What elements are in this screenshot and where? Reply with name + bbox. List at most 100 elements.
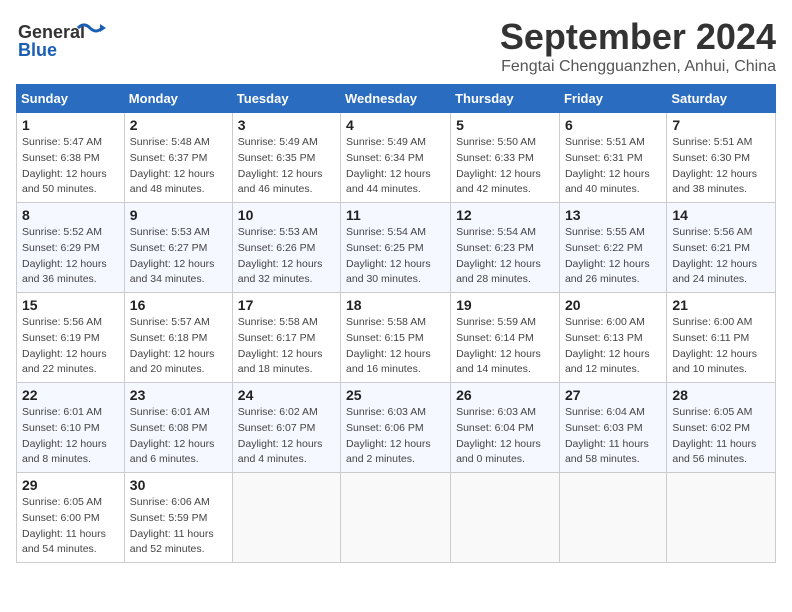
day-detail: Sunrise: 6:01 AMSunset: 6:10 PMDaylight:…: [22, 405, 119, 468]
day-detail: Sunrise: 5:54 AMSunset: 6:25 PMDaylight:…: [346, 225, 445, 288]
day-number: 23: [130, 387, 227, 403]
day-cell: 14 Sunrise: 5:56 AMSunset: 6:21 PMDaylig…: [667, 203, 776, 293]
day-number: 16: [130, 297, 227, 313]
day-detail: Sunrise: 5:58 AMSunset: 6:17 PMDaylight:…: [238, 315, 335, 378]
day-number: 7: [672, 117, 770, 133]
day-detail: Sunrise: 5:49 AMSunset: 6:35 PMDaylight:…: [238, 135, 335, 198]
day-cell: 5 Sunrise: 5:50 AMSunset: 6:33 PMDayligh…: [451, 113, 560, 203]
weekday-header-monday: Monday: [124, 85, 232, 113]
day-cell: 16 Sunrise: 5:57 AMSunset: 6:18 PMDaylig…: [124, 293, 232, 383]
day-cell: 15 Sunrise: 5:56 AMSunset: 6:19 PMDaylig…: [17, 293, 125, 383]
day-cell: 18 Sunrise: 5:58 AMSunset: 6:15 PMDaylig…: [341, 293, 451, 383]
day-detail: Sunrise: 5:58 AMSunset: 6:15 PMDaylight:…: [346, 315, 445, 378]
day-detail: Sunrise: 6:05 AMSunset: 6:02 PMDaylight:…: [672, 405, 770, 468]
day-number: 26: [456, 387, 554, 403]
day-number: 11: [346, 207, 445, 223]
day-detail: Sunrise: 5:53 AMSunset: 6:27 PMDaylight:…: [130, 225, 227, 288]
weekday-header-friday: Friday: [559, 85, 666, 113]
svg-text:General: General: [18, 22, 85, 42]
day-detail: Sunrise: 5:50 AMSunset: 6:33 PMDaylight:…: [456, 135, 554, 198]
day-cell: 3 Sunrise: 5:49 AMSunset: 6:35 PMDayligh…: [232, 113, 340, 203]
day-number: 18: [346, 297, 445, 313]
month-title: September 2024: [500, 16, 776, 58]
day-cell: 28 Sunrise: 6:05 AMSunset: 6:02 PMDaylig…: [667, 383, 776, 473]
day-number: 12: [456, 207, 554, 223]
day-cell: 24 Sunrise: 6:02 AMSunset: 6:07 PMDaylig…: [232, 383, 340, 473]
day-number: 15: [22, 297, 119, 313]
day-cell: 10 Sunrise: 5:53 AMSunset: 6:26 PMDaylig…: [232, 203, 340, 293]
day-detail: Sunrise: 5:47 AMSunset: 6:38 PMDaylight:…: [22, 135, 119, 198]
title-area: September 2024 Fengtai Chengguanzhen, An…: [500, 16, 776, 76]
day-cell: 4 Sunrise: 5:49 AMSunset: 6:34 PMDayligh…: [341, 113, 451, 203]
day-detail: Sunrise: 5:53 AMSunset: 6:26 PMDaylight:…: [238, 225, 335, 288]
day-detail: Sunrise: 5:55 AMSunset: 6:22 PMDaylight:…: [565, 225, 661, 288]
day-number: 5: [456, 117, 554, 133]
day-cell: [559, 473, 666, 563]
day-cell: 25 Sunrise: 6:03 AMSunset: 6:06 PMDaylig…: [341, 383, 451, 473]
weekday-header-saturday: Saturday: [667, 85, 776, 113]
day-number: 2: [130, 117, 227, 133]
day-cell: [451, 473, 560, 563]
weekday-header-sunday: Sunday: [17, 85, 125, 113]
svg-text:Blue: Blue: [18, 40, 57, 60]
day-cell: 30 Sunrise: 6:06 AMSunset: 5:59 PMDaylig…: [124, 473, 232, 563]
day-number: 28: [672, 387, 770, 403]
week-row-5: 29 Sunrise: 6:05 AMSunset: 6:00 PMDaylig…: [17, 473, 776, 563]
logo-icon: General Blue: [16, 16, 106, 60]
week-row-4: 22 Sunrise: 6:01 AMSunset: 6:10 PMDaylig…: [17, 383, 776, 473]
day-cell: 6 Sunrise: 5:51 AMSunset: 6:31 PMDayligh…: [559, 113, 666, 203]
day-number: 14: [672, 207, 770, 223]
day-number: 9: [130, 207, 227, 223]
weekday-header-thursday: Thursday: [451, 85, 560, 113]
day-number: 6: [565, 117, 661, 133]
week-row-2: 8 Sunrise: 5:52 AMSunset: 6:29 PMDayligh…: [17, 203, 776, 293]
day-number: 1: [22, 117, 119, 133]
day-cell: 20 Sunrise: 6:00 AMSunset: 6:13 PMDaylig…: [559, 293, 666, 383]
day-detail: Sunrise: 6:02 AMSunset: 6:07 PMDaylight:…: [238, 405, 335, 468]
day-detail: Sunrise: 5:51 AMSunset: 6:31 PMDaylight:…: [565, 135, 661, 198]
day-cell: 12 Sunrise: 5:54 AMSunset: 6:23 PMDaylig…: [451, 203, 560, 293]
day-detail: Sunrise: 6:01 AMSunset: 6:08 PMDaylight:…: [130, 405, 227, 468]
week-row-1: 1 Sunrise: 5:47 AMSunset: 6:38 PMDayligh…: [17, 113, 776, 203]
day-detail: Sunrise: 5:48 AMSunset: 6:37 PMDaylight:…: [130, 135, 227, 198]
day-cell: [232, 473, 340, 563]
day-cell: 22 Sunrise: 6:01 AMSunset: 6:10 PMDaylig…: [17, 383, 125, 473]
day-detail: Sunrise: 5:56 AMSunset: 6:21 PMDaylight:…: [672, 225, 770, 288]
weekday-header-row: SundayMondayTuesdayWednesdayThursdayFrid…: [17, 85, 776, 113]
day-number: 13: [565, 207, 661, 223]
page-header: General Blue September 2024 Fengtai Chen…: [16, 16, 776, 76]
day-number: 17: [238, 297, 335, 313]
day-detail: Sunrise: 6:03 AMSunset: 6:04 PMDaylight:…: [456, 405, 554, 468]
day-cell: 9 Sunrise: 5:53 AMSunset: 6:27 PMDayligh…: [124, 203, 232, 293]
day-number: 4: [346, 117, 445, 133]
day-detail: Sunrise: 6:03 AMSunset: 6:06 PMDaylight:…: [346, 405, 445, 468]
day-cell: 21 Sunrise: 6:00 AMSunset: 6:11 PMDaylig…: [667, 293, 776, 383]
day-detail: Sunrise: 6:00 AMSunset: 6:13 PMDaylight:…: [565, 315, 661, 378]
day-detail: Sunrise: 5:57 AMSunset: 6:18 PMDaylight:…: [130, 315, 227, 378]
day-number: 3: [238, 117, 335, 133]
day-detail: Sunrise: 6:04 AMSunset: 6:03 PMDaylight:…: [565, 405, 661, 468]
day-detail: Sunrise: 6:06 AMSunset: 5:59 PMDaylight:…: [130, 495, 227, 558]
day-cell: 1 Sunrise: 5:47 AMSunset: 6:38 PMDayligh…: [17, 113, 125, 203]
day-number: 21: [672, 297, 770, 313]
day-detail: Sunrise: 6:00 AMSunset: 6:11 PMDaylight:…: [672, 315, 770, 378]
weekday-header-tuesday: Tuesday: [232, 85, 340, 113]
day-number: 20: [565, 297, 661, 313]
day-detail: Sunrise: 5:52 AMSunset: 6:29 PMDaylight:…: [22, 225, 119, 288]
day-cell: 13 Sunrise: 5:55 AMSunset: 6:22 PMDaylig…: [559, 203, 666, 293]
day-detail: Sunrise: 6:05 AMSunset: 6:00 PMDaylight:…: [22, 495, 119, 558]
day-number: 25: [346, 387, 445, 403]
day-detail: Sunrise: 5:54 AMSunset: 6:23 PMDaylight:…: [456, 225, 554, 288]
day-number: 24: [238, 387, 335, 403]
day-cell: 17 Sunrise: 5:58 AMSunset: 6:17 PMDaylig…: [232, 293, 340, 383]
day-cell: 27 Sunrise: 6:04 AMSunset: 6:03 PMDaylig…: [559, 383, 666, 473]
week-row-3: 15 Sunrise: 5:56 AMSunset: 6:19 PMDaylig…: [17, 293, 776, 383]
location-title: Fengtai Chengguanzhen, Anhui, China: [500, 58, 776, 76]
day-number: 8: [22, 207, 119, 223]
day-cell: [667, 473, 776, 563]
calendar-table: SundayMondayTuesdayWednesdayThursdayFrid…: [16, 84, 776, 563]
day-cell: 23 Sunrise: 6:01 AMSunset: 6:08 PMDaylig…: [124, 383, 232, 473]
day-cell: 29 Sunrise: 6:05 AMSunset: 6:00 PMDaylig…: [17, 473, 125, 563]
logo: General Blue: [16, 16, 106, 60]
day-number: 27: [565, 387, 661, 403]
